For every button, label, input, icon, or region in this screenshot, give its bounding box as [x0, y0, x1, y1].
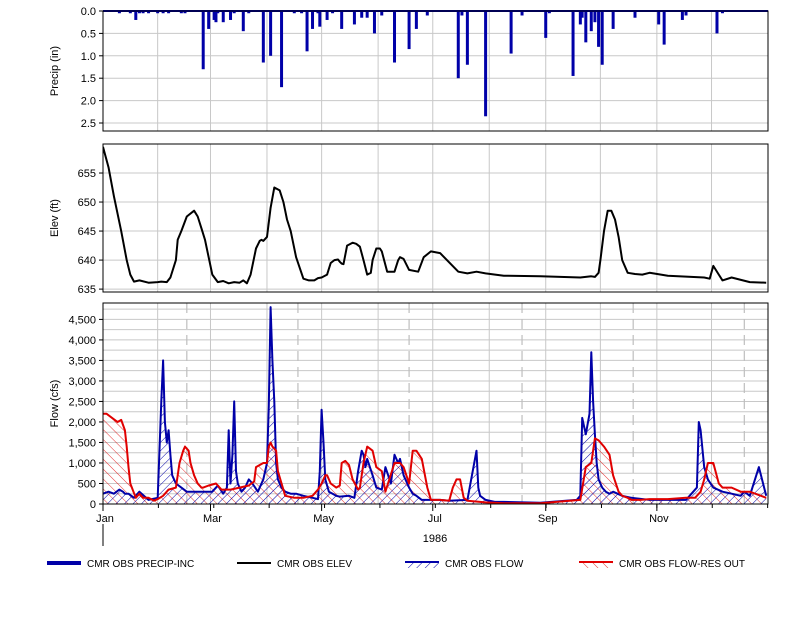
hydrograph-chart: 0.0 0.5 1.0 1.5 2.0 2.5 Precip (in) 635 640 645 65… [47, 6, 769, 570]
precip-bar [597, 11, 601, 47]
precip-bar [684, 11, 688, 16]
x-tick-label: Sep [538, 513, 558, 525]
precip-bar [600, 11, 604, 65]
precip-bar [544, 11, 548, 38]
precip-bar [393, 11, 397, 63]
chart-root: 0.0 0.5 1.0 1.5 2.0 2.5 Precip (in) 635 640 645 65… [0, 0, 800, 627]
precip-bar [580, 11, 584, 18]
legend-item: CMR OBS FLOW-RES OUT [579, 559, 745, 570]
precip-bar [680, 11, 684, 20]
legend-item: CMR OBS ELEV [237, 559, 352, 570]
precip-bar [571, 11, 575, 76]
precip-bar [657, 11, 661, 25]
data-layer [103, 10, 768, 504]
x-tick-label: Jan [96, 513, 114, 525]
precip-ylabel: Precip (in) [49, 46, 61, 96]
precip-bar [229, 11, 233, 20]
precip-bar [520, 11, 524, 16]
precip-bar [484, 11, 488, 117]
x-tick-label: Mar [203, 513, 222, 525]
x-tick-label: Nov [649, 513, 669, 525]
precip-bar [261, 11, 265, 63]
elev-ytick-label: 640 [78, 255, 96, 267]
precip-bar [305, 11, 309, 52]
precip-bar [311, 11, 315, 29]
precip-bar [715, 11, 719, 34]
flow-ytick-label: 3,000 [68, 376, 96, 388]
legend-item: CMR OBS FLOW [405, 559, 524, 570]
precip-bar [352, 11, 356, 25]
flow-frame [102, 302, 769, 505]
precip-bar [611, 11, 615, 29]
precip-ytick-label: 1.0 [81, 51, 96, 63]
precip-bar [465, 11, 469, 65]
precip-ytick-label: 0.0 [81, 6, 96, 18]
flow-ylabel: Flow (cfs) [49, 380, 61, 428]
legend-label: CMR OBS PRECIP-INC [87, 559, 194, 570]
precip-bar [201, 11, 205, 70]
legend-label: CMR OBS FLOW [445, 559, 524, 570]
flow-ytick-label: 2,000 [68, 417, 96, 429]
elev-frame [102, 143, 769, 293]
frame-layer [99, 10, 769, 546]
elev-ylabel: Elev (ft) [49, 199, 61, 237]
flow-ytick-label: 4,500 [68, 314, 96, 326]
flow-ytick-label: 1,500 [68, 437, 96, 449]
precip-bar [380, 11, 384, 16]
flow-ytick-label: 1,000 [68, 458, 96, 470]
precip-bar [633, 11, 637, 18]
precip-bar [456, 11, 460, 79]
precip-bar [425, 11, 429, 16]
elev-ytick-label: 655 [78, 168, 96, 180]
precip-bar [589, 11, 593, 32]
legend: CMR OBS PRECIP-INC CMR OBS ELEV CMR OBS FL… [47, 559, 745, 570]
precip-bar [207, 11, 211, 29]
precip-bar [662, 11, 666, 45]
precip-bar [280, 11, 284, 88]
elev-line [103, 146, 767, 285]
precip-bar [318, 11, 322, 27]
precip-bar [593, 11, 597, 23]
precip-bar [365, 11, 369, 18]
precip-bar [360, 11, 364, 18]
precip-ytick-label: 1.5 [81, 73, 96, 85]
precip-bar [221, 11, 225, 23]
flow-ytick-label: 4,000 [68, 335, 96, 347]
precip-bar [325, 11, 329, 20]
grid-layer [103, 10, 768, 504]
legend-label: CMR OBS ELEV [277, 559, 352, 570]
precip-bar [340, 11, 344, 29]
res-out-area [103, 413, 767, 504]
x-tick-label: May [313, 513, 334, 525]
x-tick-label: Jul [428, 513, 442, 525]
precip-bar [414, 11, 418, 29]
precip-ytick-label: 2.0 [81, 96, 96, 108]
precip-bar [584, 11, 588, 43]
precip-ytick-label: 2.5 [81, 118, 96, 130]
elev-ytick-label: 645 [78, 226, 96, 238]
precip-bar [134, 11, 138, 20]
precip-ytick-label: 0.5 [81, 28, 96, 40]
flow-area [103, 307, 767, 504]
x-year-label: 1986 [423, 533, 447, 545]
precip-bar [372, 11, 376, 34]
elev-ytick-label: 650 [78, 197, 96, 209]
precip-bar [241, 11, 245, 32]
flow-ytick-label: 500 [78, 478, 96, 490]
precip-bar [509, 11, 513, 54]
precip-bar [460, 11, 464, 16]
precip-bar [269, 11, 273, 56]
elev-ytick-label: 635 [78, 284, 96, 296]
precip-bar [407, 11, 411, 50]
legend-item: CMR OBS PRECIP-INC [47, 559, 194, 570]
flow-ytick-label: 2,500 [68, 396, 96, 408]
legend-label: CMR OBS FLOW-RES OUT [619, 559, 745, 570]
flow-ytick-label: 3,500 [68, 355, 96, 367]
flow-ytick-zero: 0 [90, 499, 96, 511]
